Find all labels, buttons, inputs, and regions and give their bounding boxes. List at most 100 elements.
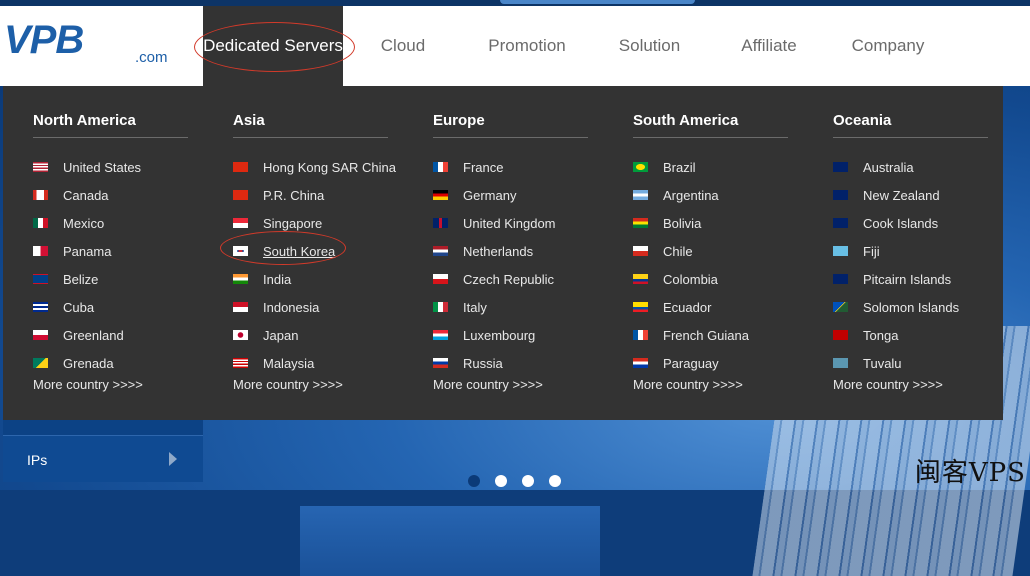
country-link-ec[interactable]: Ecuador <box>633 293 749 321</box>
nav-dedicated-servers[interactable]: Dedicated Servers <box>203 6 343 86</box>
country-label: Belize <box>63 271 99 287</box>
sidebar-item-ips[interactable]: IPs <box>3 435 203 482</box>
country-list: Australia New Zealand Cook Islands Fiji Pitc… <box>833 153 959 377</box>
country-link-co[interactable]: Colombia <box>633 265 749 293</box>
country-list: United States Canada Mexico Panama Belize Cub… <box>33 153 141 377</box>
country-link-py[interactable]: Paraguay <box>633 349 749 377</box>
country-label: Paraguay <box>663 355 719 371</box>
country-link-us[interactable]: United States <box>33 153 141 181</box>
country-label: New Zealand <box>863 187 940 203</box>
country-link-bz[interactable]: Belize <box>33 265 141 293</box>
country-link-ck[interactable]: Cook Islands <box>833 209 959 237</box>
country-link-br[interactable]: Brazil <box>633 153 749 181</box>
flag-icon <box>633 302 648 312</box>
country-label: Netherlands <box>463 243 534 259</box>
flag-icon <box>633 162 648 172</box>
more-country-link[interactable]: More country >>>> <box>233 377 343 392</box>
country-link-ar[interactable]: Argentina <box>633 181 749 209</box>
country-link-to[interactable]: Tonga <box>833 321 959 349</box>
country-link-cz[interactable]: Czech Republic <box>433 265 556 293</box>
country-link-my[interactable]: Malaysia <box>233 349 396 377</box>
country-link-de[interactable]: Germany <box>433 181 556 209</box>
nav-label: Promotion <box>488 36 566 55</box>
country-link-mx[interactable]: Mexico <box>33 209 141 237</box>
country-link-fr[interactable]: France <box>433 153 556 181</box>
nav-affiliate[interactable]: Affiliate <box>708 6 830 86</box>
country-link-kr[interactable]: South Korea <box>233 237 396 265</box>
country-link-gb[interactable]: United Kingdom <box>433 209 556 237</box>
country-list: Brazil Argentina Bolivia Chile Colombia Ecuad… <box>633 153 749 377</box>
country-label: Malaysia <box>263 355 315 371</box>
more-country-link[interactable]: More country >>>> <box>433 377 543 392</box>
more-country-link[interactable]: More country >>>> <box>633 377 743 392</box>
country-label: Ecuador <box>663 299 712 315</box>
country-link-id[interactable]: Indonesia <box>233 293 396 321</box>
country-link-cu[interactable]: Cuba <box>33 293 141 321</box>
country-label: Argentina <box>663 187 719 203</box>
country-link-sg[interactable]: Singapore <box>233 209 396 237</box>
country-link-cl[interactable]: Chile <box>633 237 749 265</box>
country-label: Fiji <box>863 243 880 259</box>
country-label: Tuvalu <box>863 355 902 371</box>
country-link-hk[interactable]: Hong Kong SAR China <box>233 153 396 181</box>
nav-promotion[interactable]: Promotion <box>463 6 591 86</box>
region-title: Europe <box>433 112 588 138</box>
flag-icon <box>33 274 48 284</box>
carousel-dot[interactable] <box>549 475 561 487</box>
flag-icon <box>233 274 248 284</box>
country-link-lu[interactable]: Luxembourg <box>433 321 556 349</box>
country-label: United States <box>63 159 142 175</box>
region-title: South America <box>633 112 788 138</box>
flag-icon <box>233 302 248 312</box>
country-link-au[interactable]: Australia <box>833 153 959 181</box>
country-link-pa[interactable]: Panama <box>33 237 141 265</box>
country-label: Mexico <box>63 215 105 231</box>
country-label: Tonga <box>863 327 899 343</box>
country-link-nl[interactable]: Netherlands <box>433 237 556 265</box>
logo-text: VPB <box>4 18 84 62</box>
country-label: French Guiana <box>663 327 749 343</box>
country-label: Russia <box>463 355 503 371</box>
mega-menu: North America United States Canada Mexico Pa… <box>3 86 1003 420</box>
country-label: Canada <box>63 187 109 203</box>
country-link-nz[interactable]: New Zealand <box>833 181 959 209</box>
more-country-link[interactable]: More country >>>> <box>33 377 143 392</box>
country-link-in[interactable]: India <box>233 265 396 293</box>
flag-icon <box>33 358 48 368</box>
flag-icon <box>833 302 848 312</box>
region-title: Asia <box>233 112 388 138</box>
country-link-fj[interactable]: Fiji <box>833 237 959 265</box>
carousel-dot[interactable] <box>468 475 480 487</box>
flag-icon <box>433 330 448 340</box>
main-nav: Dedicated Servers Cloud Promotion Soluti… <box>203 6 946 86</box>
nav-cloud[interactable]: Cloud <box>343 6 463 86</box>
country-link-tv[interactable]: Tuvalu <box>833 349 959 377</box>
country-link-pn[interactable]: Pitcairn Islands <box>833 265 959 293</box>
chevron-right-icon <box>169 452 177 466</box>
nav-company[interactable]: Company <box>830 6 946 86</box>
country-link-sb[interactable]: Solomon Islands <box>833 293 959 321</box>
carousel-dot[interactable] <box>522 475 534 487</box>
country-link-ru[interactable]: Russia <box>433 349 556 377</box>
nav-solution[interactable]: Solution <box>591 6 708 86</box>
country-label: Italy <box>463 299 487 315</box>
region-title: Oceania <box>833 112 988 138</box>
country-label: Luxembourg <box>463 327 536 343</box>
carousel-dot[interactable] <box>495 475 507 487</box>
country-label: Singapore <box>263 215 323 231</box>
more-country-link[interactable]: More country >>>> <box>833 377 943 392</box>
country-link-bo[interactable]: Bolivia <box>633 209 749 237</box>
country-link-gf[interactable]: French Guiana <box>633 321 749 349</box>
flag-icon <box>433 358 448 368</box>
country-link-it[interactable]: Italy <box>433 293 556 321</box>
flag-icon <box>33 302 48 312</box>
country-label: Cuba <box>63 299 95 315</box>
country-label: Germany <box>463 187 517 203</box>
country-label: Japan <box>263 327 299 343</box>
country-link-jp[interactable]: Japan <box>233 321 396 349</box>
country-link-gl[interactable]: Greenland <box>33 321 141 349</box>
country-link-ca[interactable]: Canada <box>33 181 141 209</box>
country-link-gd[interactable]: Grenada <box>33 349 141 377</box>
flag-icon <box>833 330 848 340</box>
country-link-cn[interactable]: P.R. China <box>233 181 396 209</box>
